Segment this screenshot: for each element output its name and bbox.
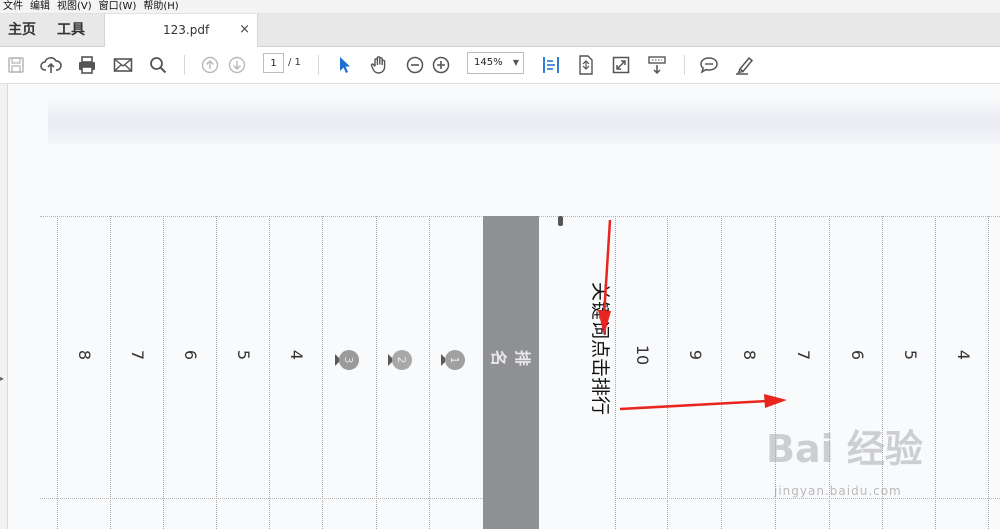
full-screen-button[interactable]	[609, 53, 633, 77]
scroll-down-icon	[648, 56, 666, 75]
annotation-arrow-down	[602, 219, 612, 317]
menu-help[interactable]: 帮助(H)	[140, 0, 182, 13]
read-mode-button[interactable]	[645, 53, 669, 77]
save-icon	[8, 57, 24, 73]
watermark-url: jingyan.baidu.com	[774, 484, 902, 498]
menu-edit[interactable]: 编辑	[27, 0, 54, 13]
baidu-jingyan-watermark: Bai 经验 jingyan.baidu.com	[760, 418, 1000, 513]
highlight-button[interactable]	[732, 53, 756, 77]
toolbar-divider	[684, 55, 685, 75]
fit-page-icon	[579, 55, 593, 75]
search-button[interactable]	[146, 53, 170, 77]
select-tool-button[interactable]	[332, 53, 356, 77]
expand-icon	[612, 56, 630, 74]
minus-circle-icon	[406, 56, 424, 74]
speech-bubble-icon	[700, 57, 718, 74]
chevron-down-icon: ▼	[512, 58, 519, 67]
zoom-in-button[interactable]	[429, 53, 453, 77]
envelope-icon	[113, 58, 133, 72]
zoom-value: 145%	[474, 57, 503, 68]
menu-file[interactable]: 文件	[0, 0, 27, 13]
pen-icon	[736, 56, 754, 75]
tab-home[interactable]: 主页	[8, 14, 36, 46]
annotation-arrow-right	[619, 399, 769, 411]
save-button[interactable]	[4, 53, 28, 77]
document-tab-name: 123.pdf	[163, 23, 210, 37]
zoom-out-button[interactable]	[403, 53, 427, 77]
menu-view[interactable]: 视图(V)	[54, 0, 96, 13]
plus-circle-icon	[432, 56, 450, 74]
watermark-brand: Bai 经验	[766, 427, 923, 471]
annotation-arrowhead-right	[764, 394, 787, 408]
scroll-mode-button[interactable]	[539, 53, 563, 77]
document-tab[interactable]: 123.pdf ×	[104, 14, 258, 47]
toolbar-divider	[184, 55, 185, 75]
hand-icon	[370, 56, 386, 74]
fit-width-icon	[543, 57, 559, 73]
arrow-down-circle-icon	[228, 56, 246, 74]
arrow-up-circle-icon	[201, 56, 219, 74]
print-button[interactable]	[75, 53, 99, 77]
page-number-input[interactable]: 1	[263, 53, 284, 73]
fit-page-button[interactable]	[574, 53, 598, 77]
zoom-select[interactable]: 145% ▼	[467, 52, 524, 74]
page-total: / 1	[288, 57, 301, 68]
comment-button[interactable]	[697, 53, 721, 77]
toolbar-divider	[318, 55, 319, 75]
close-tab-icon[interactable]: ×	[239, 14, 250, 46]
search-icon	[150, 57, 167, 74]
email-button[interactable]	[111, 53, 135, 77]
annotation-arrowhead-down	[598, 310, 611, 336]
hand-tool-button[interactable]	[367, 53, 391, 77]
menu-bar: 文件 编辑 视图(V) 窗口(W) 帮助(H)	[0, 0, 1000, 14]
printer-icon	[79, 56, 95, 74]
pdf-reader-window: 文件 编辑 视图(V) 窗口(W) 帮助(H) 主页 工具 123.pdf ×	[0, 0, 1000, 529]
previous-page-button[interactable]	[198, 53, 222, 77]
cloud-upload-icon	[40, 57, 62, 73]
tab-bar: 主页 工具 123.pdf ×	[0, 14, 1000, 47]
next-page-button[interactable]	[225, 53, 249, 77]
cursor-arrow-icon	[340, 57, 350, 73]
menu-window[interactable]: 窗口(W)	[96, 0, 141, 13]
tab-tools[interactable]: 工具	[57, 14, 85, 46]
upload-cloud-button[interactable]	[39, 53, 63, 77]
